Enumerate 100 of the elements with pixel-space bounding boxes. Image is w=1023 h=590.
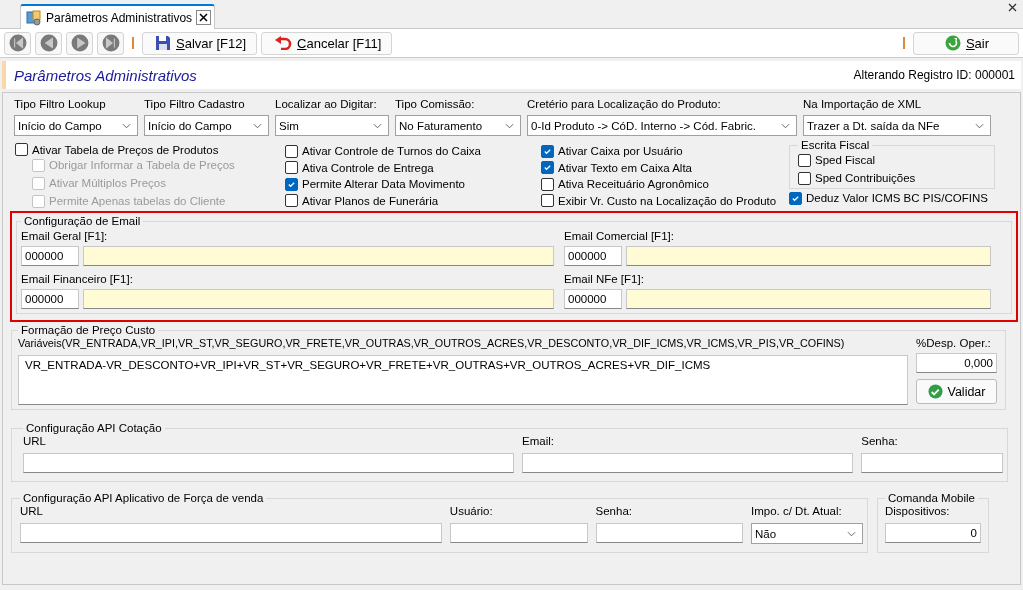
field-label: URL: [20, 504, 44, 519]
checkbox[interactable]: [285, 161, 298, 175]
dropdown[interactable]: Sim: [275, 115, 389, 136]
input-field[interactable]: [861, 453, 1003, 473]
code-field[interactable]: 000000: [21, 246, 79, 266]
checkbox-label: Ativar Texto em Caixa Alta: [558, 161, 692, 174]
dropdown[interactable]: 0-Id Produto -> CóD. Interno -> Cód. Fabric.: [527, 115, 797, 136]
checkbox[interactable]: [541, 194, 554, 208]
dropdown[interactable]: No Faturamento: [395, 115, 521, 136]
close-icon[interactable]: [196, 10, 212, 25]
field-label: Impo. c/ Dt. Atual:: [751, 504, 843, 519]
chevron-down-icon: [847, 530, 856, 537]
chevron-down-icon: [505, 122, 514, 129]
checkbox-label: Deduz Valor ICMS BC PIS/COFINS: [806, 192, 988, 204]
formula-field[interactable]: VR_ENTRADA-VR_DESCONTO+VR_IPI+VR_ST+VR_SEGURO+VR_FRETE+VR_OUTRAS+VR_OUTROS_ACRES+VR_DIF_ICMS: [18, 355, 908, 405]
checkbox-label: Ativa Receituário Agronômico: [558, 178, 709, 191]
input-field[interactable]: [83, 246, 554, 266]
exit-button[interactable]: Sair: [913, 31, 1019, 55]
nav-button[interactable]: [66, 31, 93, 55]
code-field[interactable]: 000000: [564, 289, 622, 309]
nav-button[interactable]: [97, 31, 124, 55]
checkbox[interactable]: [15, 143, 28, 156]
input-field[interactable]: [522, 453, 854, 473]
input-field[interactable]: [23, 453, 514, 473]
field-label: Email Financeiro [F1]:: [21, 272, 134, 287]
field-label: Dispositivos:: [885, 504, 951, 519]
close-icon[interactable]: [1008, 3, 1017, 12]
input-field[interactable]: [83, 289, 554, 309]
field-label: %Desp. Oper.:: [916, 336, 992, 351]
group-title: Comanda Mobile: [887, 492, 976, 504]
media-control-icon: [70, 34, 89, 52]
field-label: URL: [23, 434, 47, 449]
chevron-down-icon: [373, 122, 382, 129]
input-field[interactable]: [20, 523, 442, 543]
group-title: Escrita Fiscal: [800, 139, 871, 151]
checkbox-label: Permite Apenas tabelas do Cliente: [49, 195, 226, 207]
page-title: Parâmetros Administrativos: [14, 66, 197, 84]
media-control-icon: [101, 34, 120, 52]
checkbox-label: Exibir Vr. Custo na Localização do Produto: [558, 194, 777, 207]
checkmark-icon: [791, 193, 800, 203]
field-label: Na Importação de XML: [803, 97, 923, 112]
media-control-icon: [39, 34, 58, 52]
code-field[interactable]: 000000: [21, 289, 79, 309]
checkbox[interactable]: [285, 144, 298, 158]
document-tab[interactable]: Parâmetros Administrativos: [20, 4, 216, 29]
field-label: Senha:: [861, 434, 899, 449]
dropdown[interactable]: Não: [751, 523, 863, 544]
checkbox-label: Ativar Controle de Turnos do Caixa: [302, 145, 481, 158]
check-circle-icon: [927, 384, 943, 399]
input-field[interactable]: [626, 289, 991, 309]
input-field[interactable]: [449, 523, 588, 543]
group-title: Configuração API Aplicativo de Força de venda: [22, 492, 265, 504]
field-label: Email Geral [F1]:: [21, 229, 109, 244]
settings-document-icon: [26, 9, 42, 26]
checkbox-label: Permite Alterar Data Movimento: [302, 178, 465, 191]
input-field[interactable]: 0: [885, 523, 981, 543]
field-label: Tipo Filtro Lookup: [14, 97, 107, 112]
group-title: Configuração API Cotação: [25, 422, 163, 434]
dropdown[interactable]: Início do Campo: [14, 115, 138, 136]
chevron-down-icon: [253, 122, 262, 129]
dropdown[interactable]: Início do Campo: [144, 115, 269, 136]
checkbox[interactable]: [798, 171, 811, 185]
chevron-down-icon: [975, 122, 984, 129]
checkbox-label: Sped Contribuições: [815, 172, 916, 184]
checkbox[interactable]: [789, 191, 802, 205]
nav-button[interactable]: [35, 31, 62, 55]
field-label: Senha:: [595, 504, 633, 519]
group-title: Configuração de Email: [23, 215, 142, 227]
group-title: Formação de Preço Custo: [20, 324, 157, 336]
input-field[interactable]: [626, 246, 991, 266]
chevron-down-icon: [781, 122, 790, 129]
checkbox[interactable]: [285, 194, 298, 208]
checkbox[interactable]: [285, 177, 298, 191]
validate-button[interactable]: Validar: [916, 379, 997, 404]
undo-arrow-icon: [274, 36, 293, 50]
code-field[interactable]: 000000: [564, 246, 622, 266]
checkmark-icon: [287, 179, 296, 189]
checkbox-label: Obrigar Informar a Tabela de Preços: [49, 159, 235, 171]
field-label: Localizar ao Digitar:: [275, 97, 378, 112]
dropdown[interactable]: Trazer a Dt. saída da NFe: [803, 115, 991, 136]
input-field[interactable]: 0,000: [916, 353, 997, 373]
status-text: Alterando Registro ID: 000001: [853, 68, 1015, 82]
field-label: Cretério para Localização do Produto:: [527, 97, 722, 112]
cancel-button[interactable]: Cancelar [F11]: [261, 31, 393, 55]
checkbox-label: Ativar Planos de Funerária: [302, 194, 439, 207]
checkbox-label: Sped Fiscal: [815, 154, 876, 166]
checkbox-label: Ativar Tabela de Preços de Produtos: [32, 143, 219, 156]
checkbox[interactable]: [541, 177, 554, 191]
field-label: Tipo Comissão:: [395, 97, 476, 112]
field-label: Email NFe [F1]:: [564, 272, 645, 287]
nav-button[interactable]: [4, 31, 31, 55]
chevron-down-icon: [122, 122, 131, 129]
save-button[interactable]: Salvar [F12]: [142, 31, 258, 55]
field-label: Email:: [522, 434, 555, 449]
checkbox[interactable]: [541, 144, 554, 158]
checkbox[interactable]: [541, 161, 554, 175]
media-control-icon: [8, 34, 27, 52]
field-label: Tipo Filtro Cadastro: [144, 97, 246, 112]
input-field[interactable]: [595, 523, 743, 543]
checkbox[interactable]: [798, 153, 811, 167]
